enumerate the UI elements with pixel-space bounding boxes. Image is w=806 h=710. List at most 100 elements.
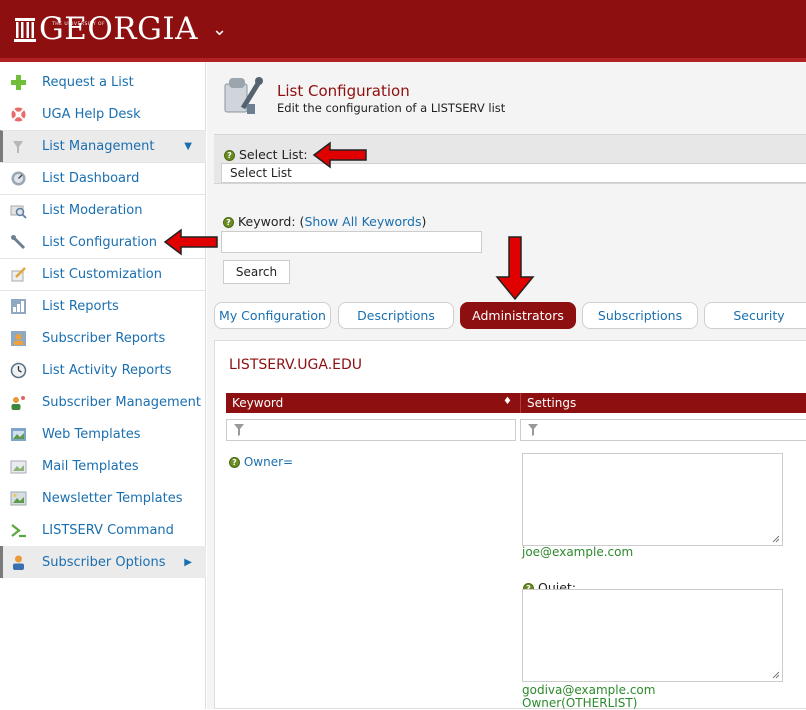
arch-icon bbox=[14, 18, 36, 42]
show-all-keywords-link[interactable]: Show All Keywords bbox=[304, 214, 421, 229]
column-header-settings[interactable]: Settings bbox=[520, 393, 806, 413]
search-button[interactable]: Search bbox=[223, 260, 290, 284]
sidebar-item-label: Mail Templates bbox=[42, 458, 139, 474]
sidebar-item-list-reports[interactable]: List Reports bbox=[0, 290, 206, 322]
user-report-icon bbox=[11, 330, 26, 346]
plus-icon bbox=[11, 74, 26, 90]
select-list-label: ? Select List: bbox=[224, 147, 308, 162]
keyword-input[interactable] bbox=[221, 231, 482, 253]
sidebar: Request a List UGA Help Desk List Manage… bbox=[0, 62, 206, 709]
resize-grip-icon[interactable] bbox=[772, 535, 780, 543]
sidebar-item-list-dashboard[interactable]: List Dashboard bbox=[0, 162, 206, 194]
select-list-label-text: Select List: bbox=[238, 147, 308, 162]
quiet-textarea[interactable] bbox=[522, 589, 783, 682]
command-icon bbox=[11, 523, 26, 537]
sidebar-item-label: List Management bbox=[42, 139, 155, 154]
sidebar-item-label: Subscriber Management bbox=[42, 394, 201, 410]
sidebar-item-request-a-list[interactable]: Request a List bbox=[0, 66, 206, 98]
help-icon[interactable]: ? bbox=[229, 457, 240, 468]
sidebar-item-label: List Configuration bbox=[42, 234, 158, 250]
brand-small: THE UNIVERSITY OF bbox=[52, 22, 106, 27]
gauge-icon bbox=[11, 171, 26, 186]
sidebar-item-label: List Dashboard bbox=[42, 171, 140, 186]
arrow-left-icon bbox=[163, 228, 218, 256]
owner-label: Owner= bbox=[243, 455, 294, 469]
sidebar-item-list-moderation[interactable]: List Moderation bbox=[0, 194, 206, 226]
pin-icon bbox=[13, 141, 23, 153]
host-name: LISTSERV.UGA.EDU bbox=[229, 357, 363, 373]
sidebar-item-subscriber-options[interactable]: Subscriber Options ▶ bbox=[0, 546, 206, 578]
help-icon[interactable]: ? bbox=[224, 150, 235, 161]
chevron-down-icon[interactable]: ⌄ bbox=[212, 19, 227, 40]
pencil-icon bbox=[11, 267, 26, 282]
owner-value: joe@example.com bbox=[522, 545, 634, 559]
sidebar-item-label: LISTSERV Command bbox=[42, 522, 174, 538]
wrench-icon bbox=[11, 234, 26, 249]
sidebar-item-listserv-command[interactable]: LISTSERV Command bbox=[0, 514, 206, 546]
person-icon bbox=[13, 555, 24, 570]
tab-descriptions[interactable]: Descriptions bbox=[338, 302, 454, 329]
keyword-label: ? Keyword: (Show All Keywords) bbox=[223, 214, 426, 229]
owner-keyword: ? Owner= bbox=[229, 455, 293, 469]
sidebar-item-list-activity-reports[interactable]: List Activity Reports bbox=[0, 354, 206, 386]
page-title: List Configuration bbox=[277, 82, 410, 100]
owner-textarea[interactable] bbox=[522, 453, 783, 546]
newsletter-icon bbox=[10, 491, 27, 505]
tab-my-configuration[interactable]: My Configuration bbox=[214, 302, 331, 329]
sidebar-item-label: UGA Help Desk bbox=[42, 106, 141, 122]
sidebar-item-label: List Reports bbox=[42, 299, 119, 314]
keyword-label-text: Keyword: ( bbox=[237, 214, 305, 229]
sidebar-item-label: Request a List bbox=[42, 74, 134, 90]
resize-grip-icon[interactable] bbox=[772, 671, 780, 679]
sidebar-item-list-management[interactable]: List Management ▼ bbox=[0, 130, 206, 162]
settings-filter[interactable] bbox=[520, 419, 806, 441]
sidebar-item-label: List Activity Reports bbox=[42, 362, 172, 378]
sidebar-item-help-desk[interactable]: UGA Help Desk bbox=[0, 98, 206, 130]
tab-subscriptions[interactable]: Subscriptions bbox=[582, 302, 698, 329]
mail-template-icon bbox=[10, 460, 27, 473]
clock-icon bbox=[10, 362, 27, 378]
lifebuoy-icon bbox=[11, 107, 26, 121]
top-bar: THE UNIVERSITY OF GEORGIA ⌄ bbox=[0, 0, 806, 62]
column-header-label: Settings bbox=[527, 396, 577, 410]
magnifier-icon bbox=[10, 205, 27, 219]
help-icon[interactable]: ? bbox=[223, 217, 234, 228]
brand-name: GEORGIA bbox=[39, 11, 199, 47]
sidebar-item-label: Web Templates bbox=[42, 426, 141, 442]
keyword-filter[interactable] bbox=[226, 419, 516, 441]
tab-security[interactable]: Security bbox=[704, 302, 806, 329]
caret-down-icon: ▼ bbox=[184, 141, 192, 152]
filter-icon bbox=[528, 424, 538, 436]
arrow-left-icon bbox=[312, 141, 367, 169]
uga-logo[interactable]: THE UNIVERSITY OF GEORGIA ⌄ bbox=[14, 11, 227, 47]
config-content: LISTSERV.UGA.EDU Keyword ♦ Settings ? Ow… bbox=[214, 340, 806, 710]
sidebar-item-subscriber-management[interactable]: Subscriber Management bbox=[0, 386, 206, 418]
sidebar-item-label: List Moderation bbox=[42, 203, 143, 218]
report-icon bbox=[11, 299, 26, 314]
column-header-keyword[interactable]: Keyword ♦ bbox=[226, 393, 520, 413]
users-icon bbox=[11, 395, 25, 410]
sidebar-item-label: Subscriber Reports bbox=[42, 330, 166, 346]
tab-administrators[interactable]: Administrators bbox=[460, 302, 576, 329]
sidebar-item-newsletter-templates[interactable]: Newsletter Templates bbox=[0, 482, 206, 514]
filter-icon bbox=[234, 424, 244, 436]
arrow-down-icon bbox=[495, 236, 535, 301]
sort-icon[interactable]: ♦ bbox=[503, 396, 512, 407]
quiet-value-2: Owner(OTHERLIST) bbox=[522, 696, 638, 710]
page-subtitle: Edit the configuration of a LISTSERV lis… bbox=[277, 101, 506, 115]
sidebar-item-label: List Customization bbox=[42, 267, 162, 282]
main-panel: List Configuration Edit the configuratio… bbox=[207, 62, 806, 710]
column-header-label: Keyword bbox=[232, 396, 284, 410]
sidebar-item-label: Newsletter Templates bbox=[42, 490, 183, 506]
caret-right-icon: ▶ bbox=[184, 556, 192, 568]
select-list-dropdown[interactable]: Select List bbox=[221, 163, 806, 183]
select-list-panel: ? Select List: Select List bbox=[214, 134, 806, 184]
sidebar-item-subscriber-reports[interactable]: Subscriber Reports bbox=[0, 322, 206, 354]
sidebar-item-mail-templates[interactable]: Mail Templates bbox=[0, 450, 206, 482]
sidebar-item-label: Subscriber Options bbox=[42, 554, 166, 570]
sidebar-item-web-templates[interactable]: Web Templates bbox=[0, 418, 206, 450]
keyword-label-end: ) bbox=[421, 214, 427, 229]
tools-icon bbox=[224, 77, 263, 114]
web-template-icon bbox=[11, 427, 26, 441]
sidebar-item-list-customization[interactable]: List Customization bbox=[0, 258, 206, 290]
